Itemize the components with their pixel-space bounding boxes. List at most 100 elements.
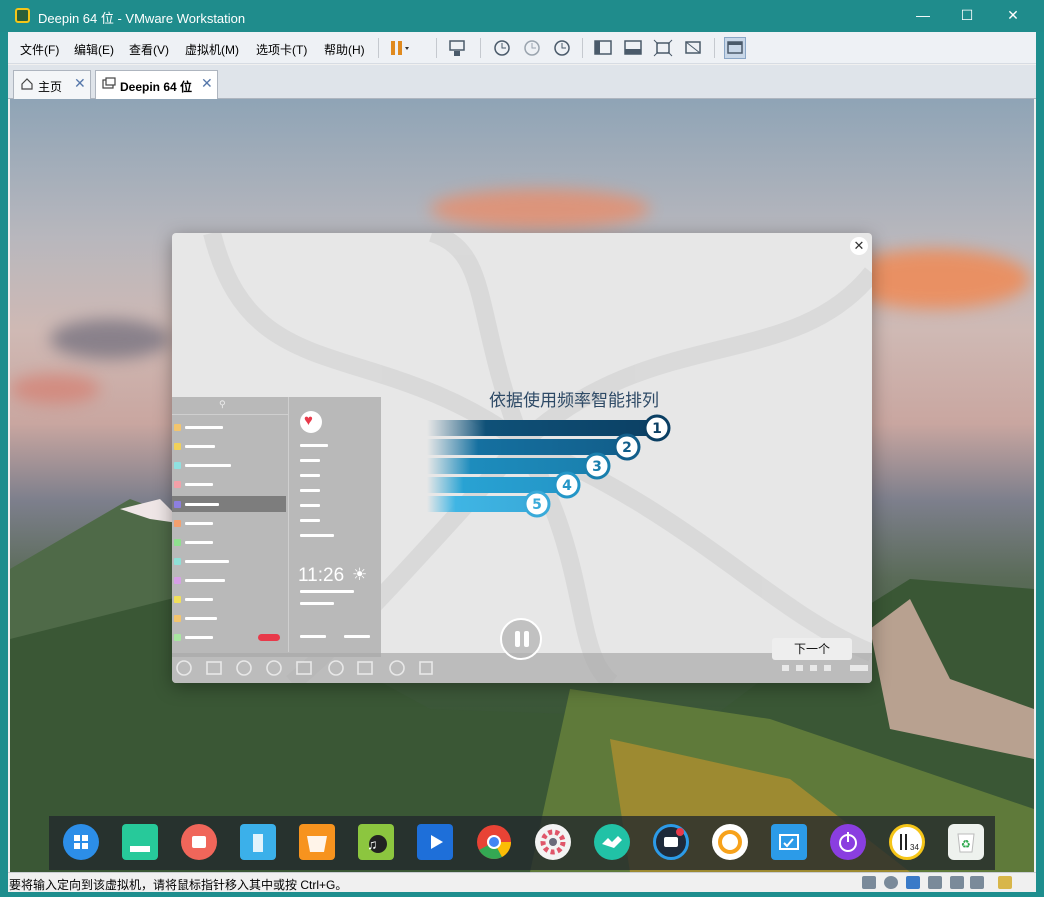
settings-icon[interactable] xyxy=(535,824,571,860)
guest-desktop[interactable]: ✕ 依据使用频率智能排列 1 2 3 4 5 ⚲ ♥ 11:26 ☀ 下一个 ♫… xyxy=(10,99,1034,872)
menu-view[interactable]: 查看(V) xyxy=(129,41,169,58)
menu-edit[interactable]: 编辑(E) xyxy=(74,41,114,58)
snapshot-icon[interactable] xyxy=(490,37,512,59)
tab-home[interactable]: 主页 ✕ xyxy=(13,70,91,99)
tab-bar: 主页 ✕ Deepin 64 位 ✕ xyxy=(8,65,1036,99)
file-manager-icon[interactable] xyxy=(240,824,276,860)
menu-file[interactable]: 文件(F) xyxy=(20,41,59,58)
sound-icon[interactable] xyxy=(950,876,964,889)
toolbar-separator xyxy=(378,38,379,58)
launcher-preview: ⚲ ♥ 11:26 ☀ xyxy=(172,397,381,657)
menu-vm[interactable]: 虚拟机(M) xyxy=(185,41,239,58)
console-view-icon[interactable] xyxy=(724,37,746,59)
app-name-placeholder xyxy=(185,445,215,448)
message-icon[interactable] xyxy=(998,876,1012,889)
rank-label: 5 xyxy=(532,497,542,513)
category-placeholder xyxy=(300,489,320,492)
category-placeholder xyxy=(300,504,320,507)
minimize-button[interactable]: — xyxy=(900,0,946,32)
remote-help-icon[interactable] xyxy=(594,824,630,860)
home-icon xyxy=(21,78,33,90)
svg-text:♫: ♫ xyxy=(367,836,378,852)
maximize-button[interactable]: ☐ xyxy=(944,0,990,32)
trash-icon[interactable]: ♻ xyxy=(948,824,984,860)
snapshot-manager-icon[interactable] xyxy=(550,37,572,59)
usb-icon[interactable] xyxy=(970,876,984,889)
category-placeholder xyxy=(300,444,328,447)
chrome-icon[interactable] xyxy=(476,824,512,860)
status-bar: 要将输入定向到该虚拟机，请将鼠标指针移入其中或按 Ctrl+G。 xyxy=(8,872,1036,892)
app-dot xyxy=(174,577,181,584)
launcher-divider xyxy=(288,397,289,652)
tab-close-icon[interactable]: ✕ xyxy=(201,75,213,92)
printer-icon[interactable] xyxy=(928,876,942,889)
full-screen-icon[interactable] xyxy=(652,37,674,59)
app-name-placeholder xyxy=(185,483,213,486)
shortcut-placeholder xyxy=(300,635,326,638)
tab-deepin[interactable]: Deepin 64 位 ✕ xyxy=(95,70,218,99)
rank-label: 4 xyxy=(562,478,572,494)
cd-dvd-icon[interactable] xyxy=(884,876,898,889)
window-title: Deepin 64 位 - VMware Workstation xyxy=(38,11,246,26)
app-name-placeholder xyxy=(185,464,231,467)
vm-icon xyxy=(102,77,116,89)
close-button[interactable]: ✕ xyxy=(990,0,1036,32)
status-message: 要将输入定向到该虚拟机，请将鼠标指针移入其中或按 Ctrl+G。 xyxy=(9,878,348,892)
toolbar-separator xyxy=(582,38,583,58)
menu-help[interactable]: 帮助(H) xyxy=(324,41,365,58)
input-method-icon[interactable] xyxy=(653,824,689,860)
music-icon[interactable]: ♫ xyxy=(358,824,394,860)
revert-snapshot-icon[interactable] xyxy=(520,37,542,59)
menu-tabs[interactable]: 选项卡(T) xyxy=(256,41,307,58)
app-dot xyxy=(174,443,181,450)
show-library-icon[interactable] xyxy=(592,37,614,59)
power-icon[interactable] xyxy=(830,824,866,860)
category-placeholder xyxy=(300,474,320,477)
next-button[interactable]: 下一个 xyxy=(772,638,852,660)
app-name-placeholder xyxy=(185,598,213,601)
tab-label: Deepin 64 位 xyxy=(120,80,193,94)
movie-icon[interactable] xyxy=(417,824,453,860)
toolbar-separator xyxy=(480,38,481,58)
show-thumbnail-icon[interactable] xyxy=(622,37,644,59)
category-placeholder xyxy=(300,534,334,537)
wallpaper-cloud xyxy=(10,374,100,404)
pause-icon[interactable] xyxy=(500,618,542,660)
deepin-dock: ♫ 34 ♻ xyxy=(49,816,995,870)
hard-disk-icon[interactable] xyxy=(862,876,876,889)
app-name-placeholder xyxy=(185,579,225,582)
category-placeholder xyxy=(300,459,320,462)
app-store-icon[interactable] xyxy=(299,824,335,860)
multitask-icon[interactable] xyxy=(122,824,158,860)
unity-mode-icon[interactable] xyxy=(682,37,704,59)
app-dot xyxy=(174,634,181,641)
app-name-placeholder xyxy=(185,426,223,429)
close-icon[interactable]: ✕ xyxy=(850,237,868,255)
network-icon[interactable] xyxy=(906,876,920,889)
app-dot xyxy=(174,558,181,565)
app-dot xyxy=(174,462,181,469)
category-placeholder xyxy=(300,519,320,522)
tab-close-icon[interactable]: ✕ xyxy=(74,75,86,92)
app-name-placeholder xyxy=(185,636,213,639)
search-icon: ⚲ xyxy=(219,399,226,409)
screenshot-icon[interactable] xyxy=(771,824,807,860)
suspend-icon[interactable] xyxy=(388,37,410,59)
app-dot xyxy=(174,481,181,488)
tab-label: 主页 xyxy=(38,80,63,94)
shortcut-placeholder xyxy=(344,635,370,638)
menu-bar: 文件(F) 编辑(E) 查看(V) 虚拟机(M) 选项卡(T) 帮助(H) xyxy=(8,32,1036,64)
send-ctrl-alt-del-icon[interactable] xyxy=(446,37,468,59)
screen-recorder-icon[interactable] xyxy=(181,824,217,860)
workstation-frame: 文件(F) 编辑(E) 查看(V) 虚拟机(M) 选项卡(T) 帮助(H) 主页… xyxy=(8,32,1036,892)
app-dot xyxy=(174,424,181,431)
frequency-ranking-graphic: 1 2 3 4 5 xyxy=(427,414,671,518)
app-dot xyxy=(174,539,181,546)
app-dot xyxy=(174,520,181,527)
sun-icon: ☀ xyxy=(352,565,368,584)
sync-icon[interactable] xyxy=(712,824,748,860)
rank-label: 3 xyxy=(592,459,602,475)
clock-icon[interactable]: 34 xyxy=(889,824,925,860)
launcher-icon[interactable] xyxy=(63,824,99,860)
vmware-app-icon xyxy=(15,8,30,23)
